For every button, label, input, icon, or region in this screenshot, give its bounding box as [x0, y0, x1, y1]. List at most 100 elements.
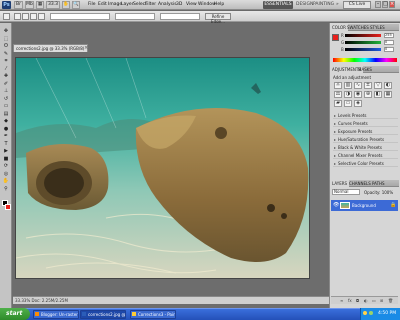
- crop-tool-icon[interactable]: ⌗: [2, 58, 10, 64]
- mini-bridge-button[interactable]: Mb: [25, 1, 34, 9]
- tray-icon-2[interactable]: [369, 311, 373, 315]
- channel-mixer-icon[interactable]: ⊕: [364, 91, 372, 98]
- menu-help[interactable]: Help: [214, 2, 224, 7]
- document-tab-close-icon[interactable]: ×: [84, 45, 88, 51]
- hand-tool-icon[interactable]: ✋: [62, 1, 70, 9]
- blend-mode-select[interactable]: Normal: [332, 189, 360, 195]
- style-select[interactable]: [115, 13, 155, 20]
- marquee-tool-icon[interactable]: ⬚: [2, 36, 10, 42]
- tray-icon-1[interactable]: [363, 311, 367, 315]
- new-group-icon[interactable]: ▭: [372, 298, 376, 303]
- menu-filter[interactable]: Filter: [145, 2, 156, 7]
- 3d-rotate-tool-icon[interactable]: ⟳: [2, 163, 10, 169]
- slider-track-g[interactable]: [345, 41, 381, 44]
- shape-tool-icon[interactable]: ■: [2, 156, 10, 162]
- preset-item[interactable]: Levels Presets: [333, 113, 398, 119]
- opacity-control[interactable]: Opacity: 100%: [364, 190, 393, 195]
- bridge-button[interactable]: Br: [14, 1, 23, 9]
- tab-paths[interactable]: PATHS: [370, 180, 387, 187]
- maximize-button[interactable]: □: [382, 1, 388, 8]
- tab-channels[interactable]: CHANNELS: [347, 180, 373, 187]
- dodge-tool-icon[interactable]: ●: [2, 126, 10, 132]
- blur-tool-icon[interactable]: ◆: [2, 118, 10, 124]
- delete-layer-icon[interactable]: 🗑: [388, 298, 393, 303]
- workspace-essentials[interactable]: ESSENTIALS: [263, 1, 293, 9]
- path-select-tool-icon[interactable]: ▶: [2, 148, 10, 154]
- healing-brush-tool-icon[interactable]: ✚: [2, 73, 10, 79]
- posterize-icon[interactable]: ▦: [384, 91, 392, 98]
- threshold-icon[interactable]: ▰: [334, 100, 342, 107]
- eyedropper-tool-icon[interactable]: ⁄: [2, 66, 10, 72]
- slider-value-g[interactable]: 0: [384, 40, 394, 45]
- background-color-swatch[interactable]: [5, 204, 11, 210]
- zoom-level-select[interactable]: 33.3: [46, 1, 60, 9]
- hue-saturation-icon[interactable]: ◐: [384, 82, 392, 89]
- slider-value-b[interactable]: 0: [384, 47, 394, 52]
- slider-track-r[interactable]: [345, 34, 381, 37]
- photo-filter-icon[interactable]: ◉: [354, 91, 362, 98]
- invert-icon[interactable]: ◧: [374, 91, 382, 98]
- workspace-painting[interactable]: PAINTING: [313, 1, 334, 9]
- menu-layer[interactable]: Layer: [121, 2, 134, 7]
- close-button[interactable]: ×: [389, 1, 395, 8]
- taskbar-item[interactable]: corrections2.jpg @...: [80, 310, 126, 319]
- workspace-more[interactable]: »: [336, 1, 339, 9]
- preset-item[interactable]: Curves Presets: [333, 121, 398, 127]
- add-mask-icon[interactable]: ◘: [356, 298, 359, 303]
- color-balance-icon[interactable]: ⚖: [334, 91, 342, 98]
- subtract-selection-icon[interactable]: [30, 13, 37, 20]
- hand-tool-icon[interactable]: ✋: [2, 178, 10, 184]
- selective-color-icon[interactable]: ◈: [354, 100, 362, 107]
- visibility-eye-icon[interactable]: 👁: [333, 202, 339, 208]
- quick-select-tool-icon[interactable]: ✎: [2, 51, 10, 57]
- layer-style-icon[interactable]: fx: [348, 298, 352, 303]
- document-canvas[interactable]: [15, 57, 310, 279]
- minimize-button[interactable]: –: [375, 1, 381, 8]
- levels-icon[interactable]: ▥: [344, 82, 352, 89]
- cs-live-button[interactable]: CS Live: [343, 1, 371, 9]
- tab-styles[interactable]: STYLES: [368, 24, 387, 31]
- menu-analysis[interactable]: Analysis: [158, 2, 177, 7]
- eraser-tool-icon[interactable]: ▭: [2, 103, 10, 109]
- preset-item[interactable]: Black & White Presets: [333, 145, 398, 151]
- zoom-tool-icon[interactable]: ⚲: [2, 186, 10, 192]
- type-tool-icon[interactable]: T: [2, 141, 10, 147]
- preset-item[interactable]: Selective Color Presets: [333, 161, 398, 167]
- document-tab[interactable]: corrections2.jpg @ 33.3% (RGB/8): [13, 44, 88, 52]
- menu-3d[interactable]: 3D: [176, 2, 182, 7]
- vibrance-icon[interactable]: ▽: [374, 82, 382, 89]
- color-ramp[interactable]: [333, 58, 397, 62]
- preset-item[interactable]: Exposure Presets: [333, 129, 398, 135]
- tab-masks[interactable]: MASKS: [356, 66, 374, 73]
- brush-tool-icon[interactable]: ✐: [2, 81, 10, 87]
- preset-item[interactable]: Channel Mixer Presets: [333, 153, 398, 159]
- feather-field[interactable]: [50, 13, 110, 20]
- exposure-icon[interactable]: ±: [364, 82, 372, 89]
- menu-view[interactable]: View: [186, 2, 197, 7]
- preset-item[interactable]: Hue/Saturation Presets: [333, 137, 398, 143]
- refine-edge-button[interactable]: Refine Edge...: [205, 13, 231, 24]
- slider-track-b[interactable]: [345, 48, 381, 51]
- slider-value-r[interactable]: 255: [384, 33, 394, 38]
- tool-preset-icon[interactable]: [3, 13, 10, 20]
- taskbar-item[interactable]: Blogger: Un-rasterin...: [33, 310, 79, 319]
- new-layer-icon[interactable]: ⊞: [380, 298, 383, 303]
- tab-swatches[interactable]: SWATCHES: [345, 24, 371, 31]
- menu-image[interactable]: Image: [108, 2, 122, 7]
- gradient-map-icon[interactable]: ▭: [344, 100, 352, 107]
- clone-stamp-tool-icon[interactable]: ⊥: [2, 88, 10, 94]
- brightness-icon[interactable]: ☼: [334, 82, 342, 89]
- 3d-orbit-tool-icon[interactable]: ◎: [2, 171, 10, 177]
- intersect-selection-icon[interactable]: [38, 13, 45, 20]
- add-selection-icon[interactable]: [22, 13, 29, 20]
- menu-file[interactable]: File: [88, 2, 96, 7]
- curves-icon[interactable]: ∿: [354, 82, 362, 89]
- color-panel-foreground[interactable]: [332, 34, 339, 41]
- new-selection-icon[interactable]: [14, 13, 21, 20]
- link-layers-icon[interactable]: ∞: [340, 298, 343, 303]
- width-field[interactable]: [160, 13, 200, 20]
- pen-tool-icon[interactable]: ✒: [2, 133, 10, 139]
- extras-icon[interactable]: ▦: [36, 1, 44, 9]
- start-button[interactable]: start: [0, 308, 30, 320]
- taskbar-item[interactable]: Corrections3 - Paint: [130, 310, 176, 319]
